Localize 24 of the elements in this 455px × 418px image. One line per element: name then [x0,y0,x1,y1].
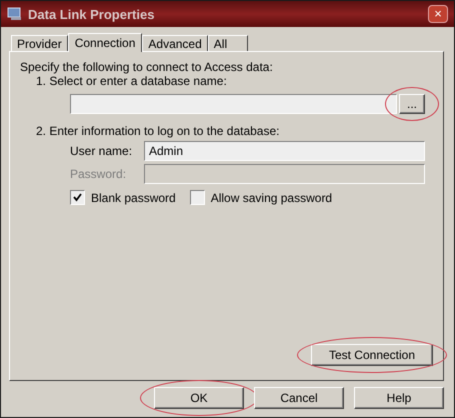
test-connection-button[interactable]: Test Connection [311,344,433,366]
checkbox[interactable] [70,190,85,205]
step-label: 2. Enter information to log on to the database: [36,124,280,138]
browse-button[interactable]: ... [399,94,425,114]
checkbox[interactable] [190,190,205,205]
check-icon [73,193,82,202]
field-label: User name: [70,144,134,158]
tab[interactable]: Provider [11,35,68,51]
tab[interactable]: All [208,35,248,51]
dialog-button[interactable]: OK [154,387,244,409]
step-label: 1. Select or enter a database name: [36,74,228,88]
close-button[interactable]: × [428,5,448,23]
tab[interactable]: Advanced [142,35,208,51]
database-name-field[interactable] [70,94,397,114]
dialog-button[interactable]: Cancel [254,387,344,409]
tab[interactable]: Connection [68,33,142,52]
text-field[interactable]: Admin [144,141,425,161]
window-title: Data Link Properties [28,6,156,22]
checkbox-label: Blank password [91,190,176,204]
dialog-button[interactable]: Help [354,387,444,409]
checkbox-label: Allow saving password [210,190,332,204]
field-label: Password: [70,167,128,181]
window-icon [7,7,23,21]
instruction-text: Specify the following to connect to Access data: [20,60,274,74]
